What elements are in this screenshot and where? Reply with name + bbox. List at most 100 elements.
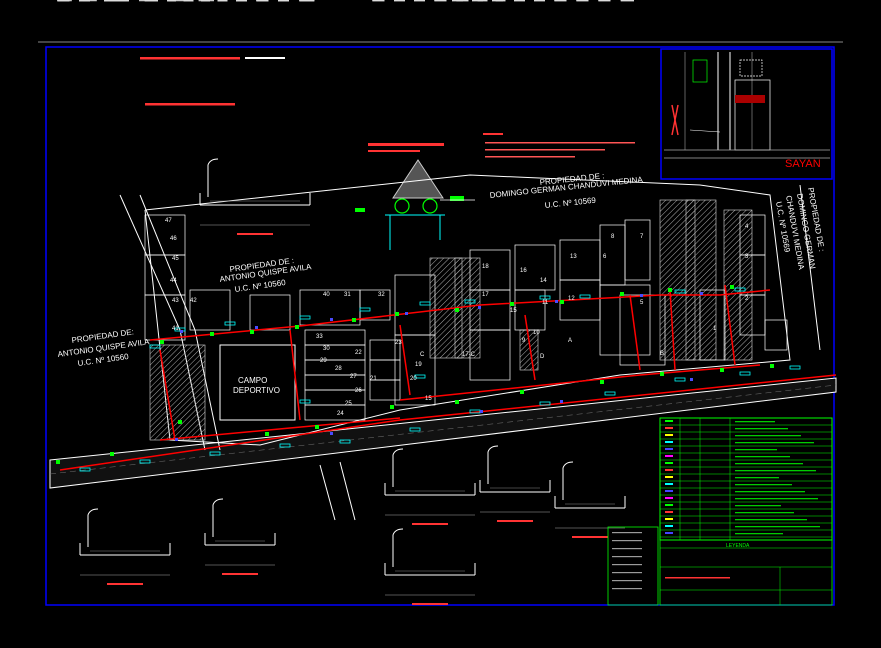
lot-outline bbox=[249, 294, 291, 331]
undefined-cell-text bbox=[58, 0, 72, 2]
hatched-lot bbox=[723, 209, 753, 361]
luminaire-marker bbox=[690, 378, 693, 381]
legend-text bbox=[735, 442, 814, 444]
lot-number: 22 bbox=[355, 350, 362, 356]
lot-outline bbox=[764, 319, 788, 351]
section-top bbox=[237, 233, 273, 235]
pole-marker bbox=[560, 300, 564, 304]
network-line bbox=[629, 294, 641, 371]
lot-number: 19 bbox=[415, 362, 422, 368]
luminaire-marker bbox=[480, 410, 483, 413]
pole-marker bbox=[395, 312, 399, 316]
legend-text bbox=[735, 428, 788, 430]
section-c2 bbox=[497, 520, 533, 522]
lot-number: 15 bbox=[510, 308, 517, 314]
section-d-d bbox=[572, 536, 608, 538]
field-label-line1: CAMPO bbox=[238, 376, 267, 385]
luminaire-marker bbox=[555, 300, 558, 303]
lot-number: 7 bbox=[640, 234, 644, 240]
title-block bbox=[607, 526, 833, 606]
undefined-cell-text bbox=[434, 0, 447, 2]
lot-number: 43 bbox=[172, 298, 179, 304]
legend-symbol bbox=[665, 434, 673, 436]
undefined-cell-text bbox=[414, 0, 425, 2]
table1-subtitle bbox=[245, 57, 285, 59]
cable-tables bbox=[57, 0, 315, 106]
lot-number: 10 bbox=[533, 330, 540, 336]
cable-tag bbox=[579, 294, 591, 299]
luminaire-marker bbox=[175, 438, 178, 441]
lot-number: 28 bbox=[335, 366, 342, 372]
lot-number: 25 bbox=[345, 401, 352, 407]
network-line bbox=[399, 324, 411, 396]
undefined-cell-text bbox=[554, 0, 567, 2]
section-pole bbox=[207, 158, 219, 197]
tb-field-text bbox=[612, 564, 642, 566]
lot-number: A bbox=[568, 338, 572, 344]
undefined-cell-text bbox=[236, 0, 247, 2]
lot-number: 42 bbox=[190, 298, 197, 304]
lot-number: 8 bbox=[611, 234, 615, 240]
legend-symbol bbox=[665, 469, 673, 471]
lot-outline bbox=[189, 289, 231, 331]
legend-symbol bbox=[665, 441, 673, 443]
tb-title-text bbox=[665, 577, 730, 579]
pole-marker bbox=[250, 330, 254, 334]
lot-number: C bbox=[420, 352, 425, 358]
legend-symbol bbox=[665, 504, 673, 506]
owner1-l3: U.C. Nº 10569 bbox=[544, 196, 597, 210]
lot-number: 33 bbox=[316, 334, 323, 340]
hatched-lot bbox=[685, 199, 717, 361]
undefined-cell-text bbox=[477, 0, 488, 2]
lot-number: 23 bbox=[395, 340, 402, 346]
undefined-cell-text bbox=[256, 0, 269, 2]
undefined-cell-text bbox=[109, 0, 126, 2]
luminaire-marker bbox=[700, 292, 703, 295]
undefined-cell-text bbox=[456, 0, 469, 2]
lot-outline bbox=[304, 404, 366, 421]
luminaire-marker bbox=[405, 312, 408, 315]
locator-city-label: SAYAN bbox=[785, 158, 821, 170]
load-tables bbox=[372, 0, 634, 2]
lot-number: 47 bbox=[165, 218, 172, 224]
cable-tag bbox=[789, 365, 801, 370]
lot-number: 44 bbox=[170, 278, 177, 284]
lot-number: 17-C bbox=[462, 352, 476, 358]
section-pole bbox=[487, 445, 499, 484]
luminaire-marker bbox=[330, 318, 333, 321]
legend-symbol bbox=[665, 518, 673, 520]
legend-text bbox=[735, 421, 775, 423]
lot-number: 21 bbox=[370, 376, 377, 382]
pole-marker bbox=[390, 405, 394, 409]
section-pole bbox=[562, 461, 574, 500]
cable-tag bbox=[419, 301, 431, 306]
legend-symbol bbox=[665, 462, 673, 464]
lot-number: 1 bbox=[713, 326, 717, 332]
pole-marker bbox=[160, 340, 164, 344]
lot-number: 40 bbox=[323, 292, 330, 298]
tb-field-text bbox=[612, 532, 642, 534]
legend-text bbox=[735, 435, 801, 437]
section-c-c bbox=[412, 523, 448, 525]
section-pole bbox=[212, 498, 224, 537]
pole-marker bbox=[730, 285, 734, 289]
lot-outline bbox=[559, 239, 601, 281]
legend-symbol bbox=[665, 525, 673, 527]
lot-number: 12 bbox=[568, 296, 575, 302]
lot-number: 45 bbox=[172, 256, 179, 262]
luminaire-marker bbox=[478, 306, 481, 309]
legend-symbol bbox=[665, 497, 673, 499]
lot-number: 11 bbox=[542, 300, 549, 306]
cable-tag bbox=[299, 315, 311, 320]
lot-number: 24 bbox=[337, 411, 344, 417]
tb-field-text bbox=[612, 556, 642, 558]
legend-text bbox=[735, 491, 805, 493]
table2-title bbox=[145, 103, 235, 106]
luminaire-marker bbox=[255, 326, 258, 329]
pole-marker bbox=[455, 400, 459, 404]
undefined-cell-text bbox=[299, 0, 315, 2]
notes-line bbox=[485, 142, 635, 144]
pole-marker bbox=[720, 368, 724, 372]
pole-marker bbox=[600, 380, 604, 384]
pole-marker bbox=[668, 288, 672, 292]
